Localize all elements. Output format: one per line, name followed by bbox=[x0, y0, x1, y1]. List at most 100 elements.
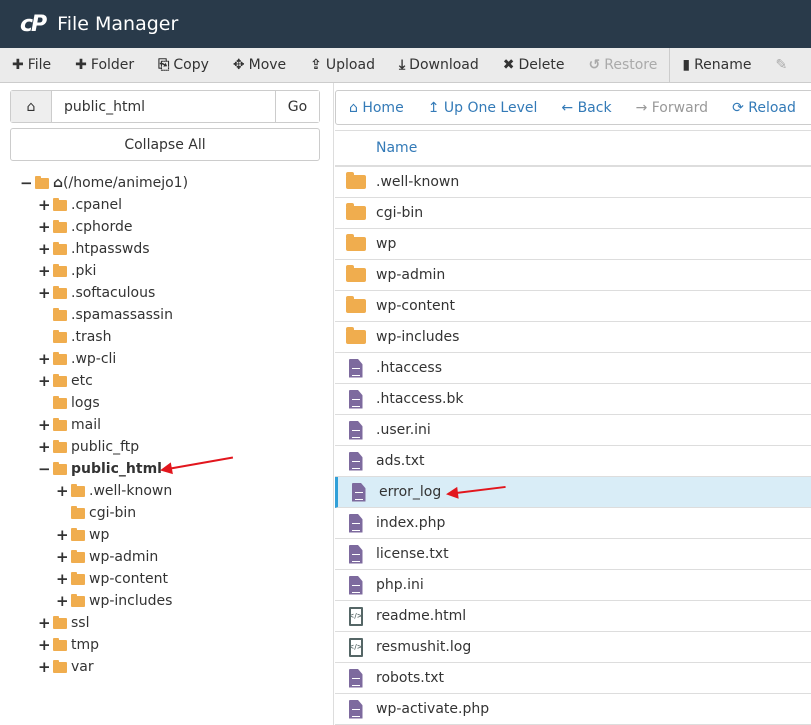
text-file-icon bbox=[348, 544, 363, 564]
expand-icon[interactable]: + bbox=[56, 526, 69, 544]
tree-item[interactable]: + .cphorde bbox=[0, 216, 330, 238]
folder-icon bbox=[345, 172, 366, 189]
reload-button[interactable]: ⟳ Reload bbox=[732, 100, 796, 116]
file-row[interactable]: php.ini bbox=[335, 570, 811, 601]
folder-button[interactable]: ✚ Folder bbox=[63, 48, 146, 82]
expand-icon[interactable]: + bbox=[56, 482, 69, 500]
file-button[interactable]: ✚ File bbox=[0, 48, 63, 82]
nav-label: Up One Level bbox=[443, 99, 538, 116]
download-button[interactable]: ⤓ Download bbox=[387, 48, 491, 82]
tree-item[interactable]: + public_ftp bbox=[0, 436, 330, 458]
file-row[interactable]: .well-known bbox=[335, 167, 811, 198]
tree-item[interactable]: − ⌂ (/home/animejo1) bbox=[0, 172, 330, 194]
tree-item[interactable]: + wp bbox=[0, 524, 330, 546]
panel-divider[interactable] bbox=[333, 83, 334, 725]
file-row[interactable]: .htaccess.bk bbox=[335, 384, 811, 415]
expand-icon[interactable]: + bbox=[38, 372, 51, 390]
rename-button[interactable]: ▮ Rename bbox=[669, 48, 763, 82]
expand-icon[interactable]: + bbox=[56, 570, 69, 588]
back-button[interactable]: ← Back bbox=[561, 100, 611, 116]
delete-button[interactable]: ✖ Delete bbox=[491, 48, 577, 82]
folder-open-icon bbox=[35, 175, 49, 189]
expand-icon[interactable]: + bbox=[38, 614, 51, 632]
tree-item[interactable]: + tmp bbox=[0, 634, 330, 656]
upload-label: Upload bbox=[325, 57, 375, 73]
tree-item[interactable]: + .wp-cli bbox=[0, 348, 330, 370]
expand-icon[interactable]: + bbox=[38, 636, 51, 654]
file-row[interactable]: .htaccess bbox=[335, 353, 811, 384]
file-type-cell bbox=[335, 172, 376, 189]
file-row[interactable]: wp-activate.php bbox=[335, 694, 811, 725]
file-row[interactable]: wp bbox=[335, 229, 811, 260]
column-header-name[interactable]: Name bbox=[335, 131, 811, 167]
tree-item[interactable]: + .softaculous bbox=[0, 282, 330, 304]
expand-icon[interactable]: + bbox=[38, 218, 51, 236]
restore-button[interactable]: ↺ Restore bbox=[577, 48, 670, 82]
file-row[interactable]: error_log bbox=[335, 477, 811, 508]
move-button[interactable]: ✥ Move bbox=[221, 48, 298, 82]
tree-item[interactable]: + .pki bbox=[0, 260, 330, 282]
tree-item[interactable]: .trash bbox=[0, 326, 330, 348]
expand-icon[interactable]: + bbox=[56, 548, 69, 566]
tree-item[interactable]: + var bbox=[0, 656, 330, 678]
file-row[interactable]: </> resmushit.log bbox=[335, 632, 811, 663]
delete-icon: ✖ bbox=[502, 57, 515, 73]
tree-item[interactable]: + mail bbox=[0, 414, 330, 436]
expand-icon[interactable]: + bbox=[38, 658, 51, 676]
tree-item[interactable]: + wp-admin bbox=[0, 546, 330, 568]
file-row[interactable]: index.php bbox=[335, 508, 811, 539]
tree-item[interactable]: + ssl bbox=[0, 612, 330, 634]
file-name: resmushit.log bbox=[376, 639, 472, 655]
file-row[interactable]: cgi-bin bbox=[335, 198, 811, 229]
up-icon: ↥ bbox=[427, 99, 444, 116]
tree-item-label: cgi-bin bbox=[89, 505, 137, 521]
expand-icon[interactable]: + bbox=[38, 416, 51, 434]
file-type-cell bbox=[335, 513, 376, 533]
tree-item[interactable]: + etc bbox=[0, 370, 330, 392]
expand-icon[interactable]: + bbox=[56, 592, 69, 610]
edit-button[interactable]: ✎ bbox=[764, 48, 800, 82]
folder-icon bbox=[71, 593, 85, 607]
tree-item[interactable]: + .cpanel bbox=[0, 194, 330, 216]
upload-button[interactable]: ⇪ Upload bbox=[298, 48, 387, 82]
copy-button[interactable]: ⎘ Copy bbox=[146, 48, 221, 82]
file-row[interactable]: wp-admin bbox=[335, 260, 811, 291]
tree-item[interactable]: + .well-known bbox=[0, 480, 330, 502]
text-file-icon bbox=[348, 420, 363, 440]
go-button[interactable]: Go bbox=[275, 91, 319, 122]
path-input[interactable] bbox=[52, 91, 275, 122]
delete-label: Delete bbox=[518, 57, 565, 73]
copy-icon: ⎘ bbox=[158, 57, 170, 73]
tree-item[interactable]: + wp-includes bbox=[0, 590, 330, 612]
plus-icon: ✚ bbox=[12, 57, 24, 73]
up-one-level-button[interactable]: ↥ Up One Level bbox=[428, 100, 538, 116]
folder-icon bbox=[71, 571, 85, 585]
tree-item[interactable]: cgi-bin bbox=[0, 502, 330, 524]
folder-icon bbox=[53, 307, 67, 321]
forward-button[interactable]: → Forward bbox=[636, 100, 709, 116]
folder-icon bbox=[53, 439, 67, 453]
tree-item[interactable]: logs bbox=[0, 392, 330, 414]
expand-icon[interactable]: + bbox=[38, 240, 51, 258]
expand-icon[interactable]: + bbox=[38, 350, 51, 368]
home-button[interactable]: ⌂ Home bbox=[349, 100, 404, 116]
expand-icon[interactable]: + bbox=[38, 284, 51, 302]
file-row[interactable]: robots.txt bbox=[335, 663, 811, 694]
tree-item[interactable]: + .htpasswds bbox=[0, 238, 330, 260]
file-row[interactable]: ads.txt bbox=[335, 446, 811, 477]
tree-item-label: wp-includes bbox=[89, 593, 173, 609]
expand-icon[interactable]: + bbox=[38, 262, 51, 280]
file-row[interactable]: license.txt bbox=[335, 539, 811, 570]
home-icon[interactable]: ⌂ bbox=[11, 91, 52, 122]
file-row[interactable]: wp-content bbox=[335, 291, 811, 322]
file-row[interactable]: .user.ini bbox=[335, 415, 811, 446]
expand-icon[interactable]: + bbox=[38, 196, 51, 214]
file-row[interactable]: wp-includes bbox=[335, 322, 811, 353]
file-row[interactable]: </> readme.html bbox=[335, 601, 811, 632]
collapse-icon[interactable]: − bbox=[38, 460, 51, 478]
tree-item[interactable]: + wp-content bbox=[0, 568, 330, 590]
collapse-all-button[interactable]: Collapse All bbox=[10, 128, 320, 161]
collapse-icon[interactable]: − bbox=[20, 174, 33, 192]
tree-item[interactable]: .spamassassin bbox=[0, 304, 330, 326]
expand-icon[interactable]: + bbox=[38, 438, 51, 456]
